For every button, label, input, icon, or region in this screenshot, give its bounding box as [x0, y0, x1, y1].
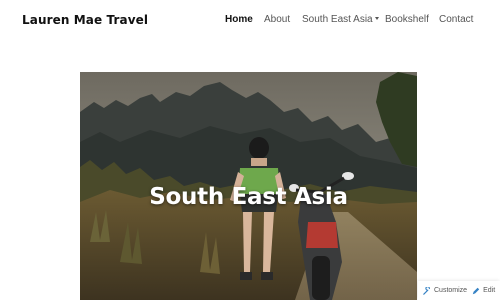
customize-bar: Customize Edit [418, 281, 500, 300]
edit-button[interactable]: Edit [472, 287, 495, 295]
pencil-icon [472, 287, 480, 294]
chevron-down-icon [374, 17, 379, 20]
hero-banner: South East Asia [80, 72, 417, 300]
nav-item-home[interactable]: Home [225, 14, 253, 25]
nav-item-contact[interactable]: Contact [439, 14, 473, 25]
wrench-icon [423, 286, 430, 295]
edit-label: Edit [483, 287, 496, 294]
main-nav: Home About South East Asia Bookshelf Con… [0, 14, 500, 30]
nav-item-about[interactable]: About [264, 14, 290, 25]
customize-button[interactable]: Customize [423, 286, 468, 295]
customize-label: Customize [434, 287, 468, 294]
hero-title: South East Asia [149, 184, 348, 210]
nav-item-bookshelf[interactable]: Bookshelf [385, 14, 429, 25]
nav-item-south-east-asia-label: South East Asia [302, 14, 373, 25]
nav-item-south-east-asia[interactable]: South East Asia [302, 14, 379, 25]
